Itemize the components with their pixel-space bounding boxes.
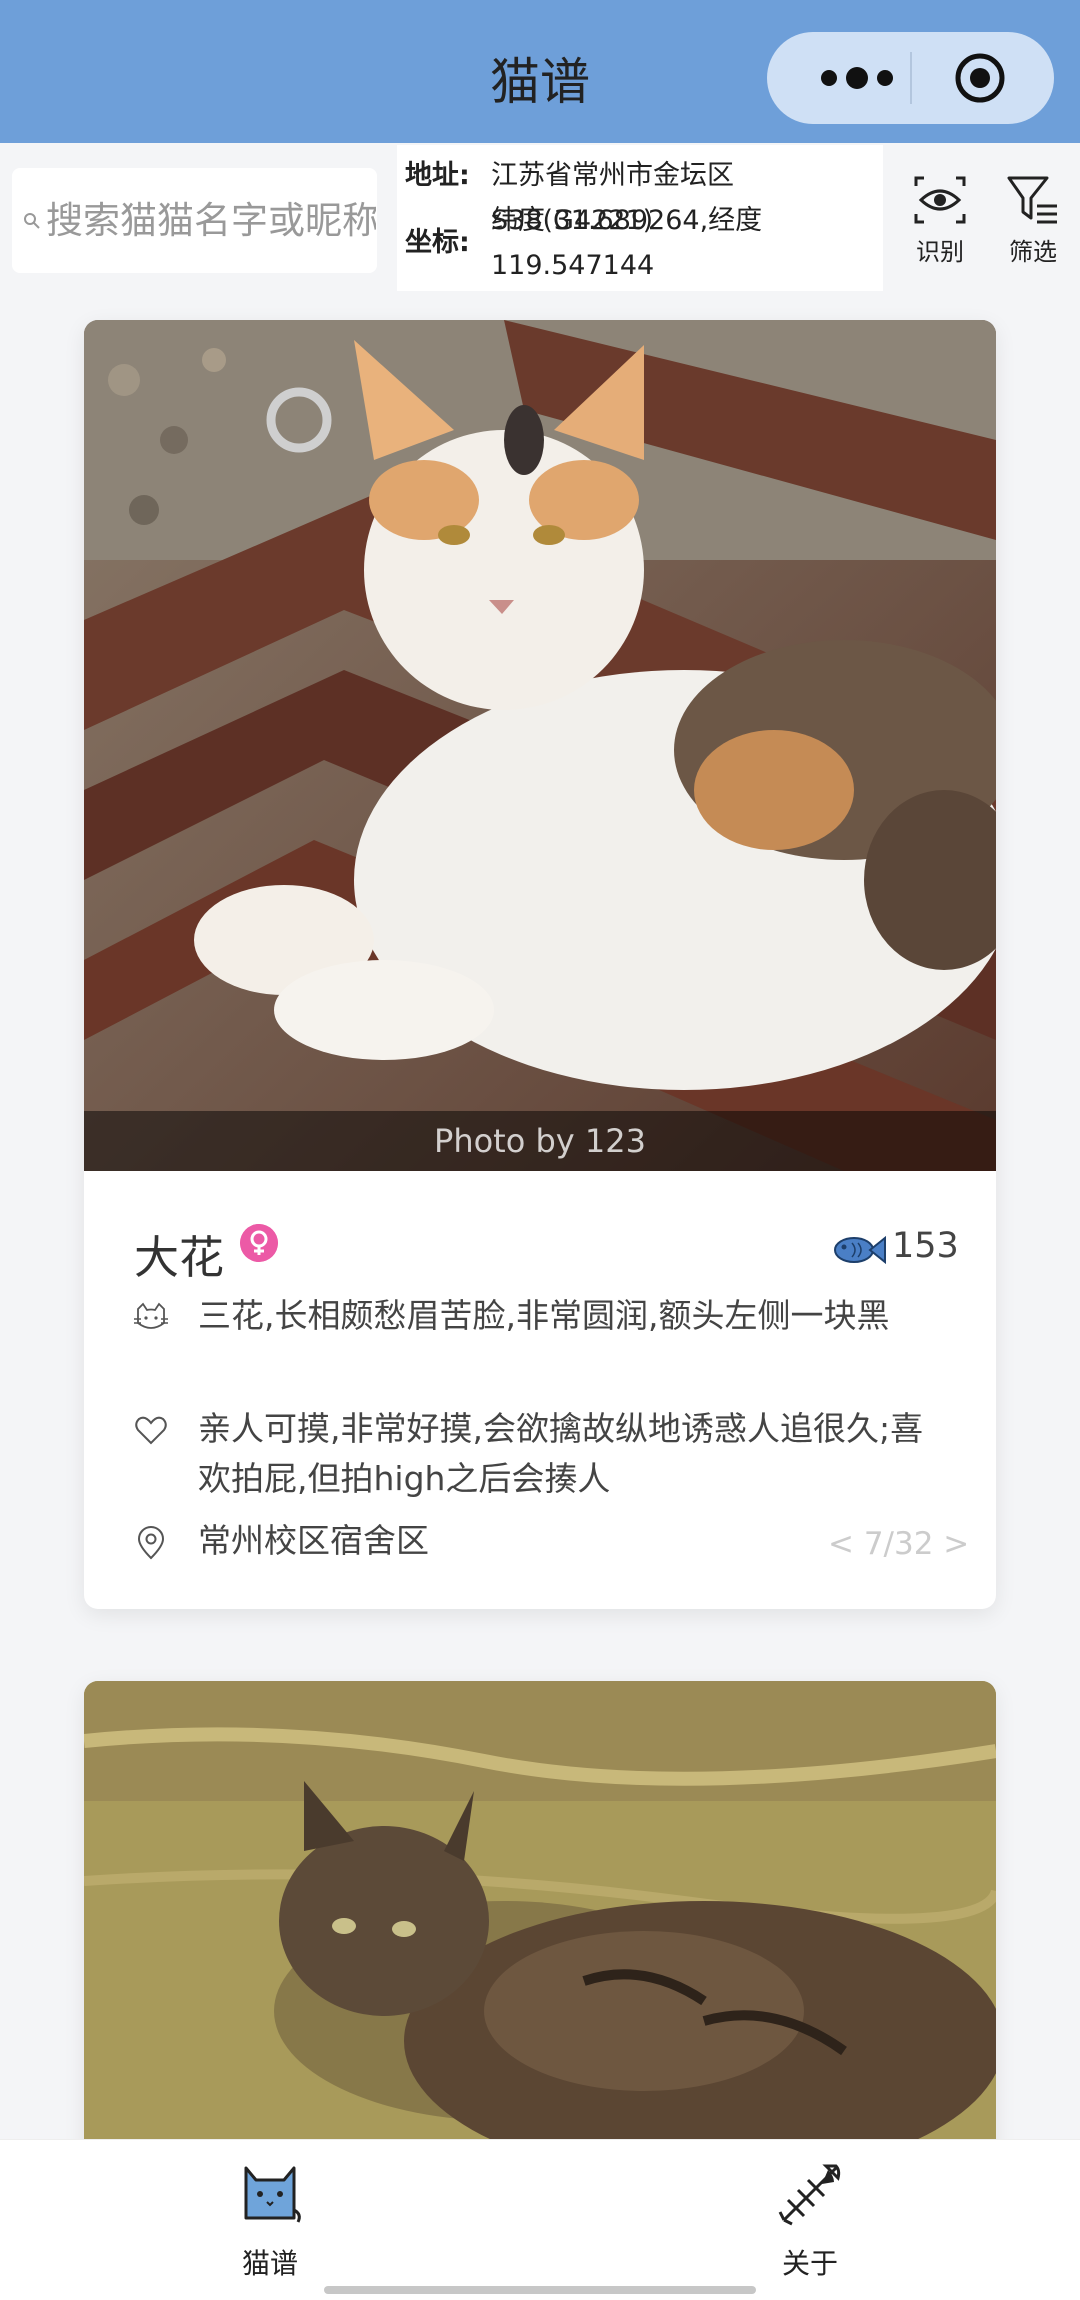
cat-name: 大花 [134,1231,225,1284]
fishbone-tab-icon [778,2164,841,2226]
tab-bar: 猫谱 关于 [0,2139,1080,2300]
cat-photo[interactable] [84,320,996,1171]
tab-about[interactable]: 关于 [730,2140,890,2280]
capsule-divider [910,52,912,104]
cat-area: 常州校区宿舍区 [198,1521,429,1560]
miniprogram-capsule [767,32,1054,124]
eye-scan-icon [914,176,966,224]
navigation-bar: 猫谱 [0,0,1080,143]
cat-tab-icon [244,2166,301,2223]
search-input[interactable] [46,168,376,273]
filter-icon [1007,176,1057,224]
search-box[interactable] [12,168,377,273]
cat-photo-2[interactable] [84,1681,996,2201]
fish-count: 153 [892,1226,959,1266]
more-dots-icon[interactable] [807,32,917,124]
cat-face-icon [134,1302,168,1329]
female-icon [240,1224,278,1262]
coord-value: 纬度 31.689264,经度 119.547144 [491,205,763,281]
cat-appearance: 三花,长相颇愁眉苦脸,非常圆润,额头左侧一块黑 [198,1296,890,1335]
search-icon [24,213,40,229]
location-panel: 地址: 江苏省常州市金坛区S38(G4221) 坐标: 纬度 31.689264… [397,145,883,291]
recognize-button[interactable]: 识别 [900,172,980,272]
photo-pager[interactable]: < 7/32 > [828,1526,969,1562]
filter-label: 筛选 [1009,238,1057,266]
coord-label: 坐标: [405,227,470,258]
address-label: 地址: [405,160,470,191]
cat-card[interactable]: Photo by 123 大花 153 三花,长相颇愁眉苦脸,非常圆润,额头左侧… [84,320,996,1609]
cat-card-2[interactable] [84,1681,996,2201]
tab-catalog-label: 猫谱 [241,2247,298,2280]
filter-button[interactable]: 筛选 [993,172,1073,272]
target-icon[interactable] [954,52,1006,104]
cat-info: 大花 153 三花,长相颇愁眉苦脸,非常圆润,额头左侧一块黑 亲人可摸,非常好摸… [84,1171,996,1609]
location-pin-icon [137,1526,165,1560]
cat-personality: 亲人可摸,非常好摸,会欲擒故纵地诱惑人追很久;喜欢拍屁,但拍high之后会揍人 [198,1409,924,1498]
home-indicator [324,2286,756,2294]
fish-icon[interactable] [834,1235,886,1265]
tab-catalog[interactable]: 猫谱 [190,2140,350,2280]
recognize-label: 识别 [916,238,964,266]
tab-about-label: 关于 [781,2247,838,2280]
photo-credit: Photo by 123 [84,1111,996,1171]
heart-icon [135,1416,167,1445]
